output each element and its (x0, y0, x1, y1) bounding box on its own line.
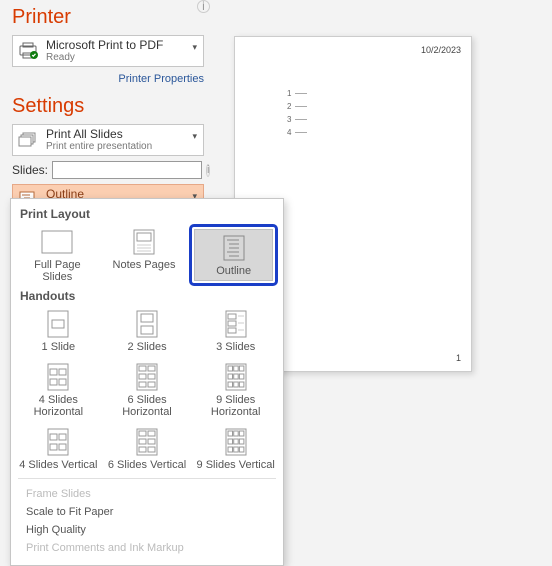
slides-input[interactable] (52, 161, 202, 179)
handout-6v-icon (130, 428, 164, 456)
handout-2-slides[interactable]: 2 Slides (105, 306, 190, 356)
option-frame-slides: Frame Slides (26, 485, 272, 503)
full-page-slide-icon (40, 228, 74, 256)
preview-date: 10/2/2023 (421, 45, 461, 55)
printer-icon (18, 40, 40, 62)
handout-9v[interactable]: 9 Slides Vertical (193, 424, 278, 474)
settings-section-title: Settings (12, 95, 204, 118)
handout-4h[interactable]: 4 Slides Horizontal (16, 359, 101, 420)
printer-status: Ready (46, 52, 163, 63)
option-print-comments: Print Comments and Ink Markup (26, 539, 272, 557)
slides-label: Slides: (12, 163, 48, 177)
layout-notes-pages[interactable]: Notes Pages (103, 224, 186, 286)
layout-full-page-slides[interactable]: Full Page Slides (16, 224, 99, 286)
info-icon[interactable]: i (206, 164, 210, 177)
handout-9h-icon (219, 363, 253, 391)
outline-page-icon (217, 234, 251, 262)
handout-4v-icon (41, 428, 75, 456)
handout-4h-icon (41, 363, 75, 391)
print-all-main: Print All Slides (46, 128, 152, 141)
chevron-down-icon: ▾ (192, 131, 197, 142)
print-all-sub: Print entire presentation (46, 141, 152, 152)
stacked-slides-icon (18, 129, 40, 151)
option-high-quality[interactable]: High Quality (26, 521, 272, 539)
layout-dropdown-popup: Print Layout Full Page Slides Notes Page… (10, 198, 284, 566)
chevron-down-icon: ▾ (192, 42, 197, 53)
handout-1-slide[interactable]: 1 Slide (16, 306, 101, 356)
layout-outline[interactable]: Outline (194, 229, 273, 281)
preview-outline-list: 1 2 3 4 (287, 89, 307, 137)
handout-6v[interactable]: 6 Slides Vertical (105, 424, 190, 474)
handout-1-icon (41, 310, 75, 338)
printer-dropdown[interactable]: Microsoft Print to PDF Ready ▾ (12, 35, 204, 67)
handout-6h-icon (130, 363, 164, 391)
notes-pages-icon (127, 228, 161, 256)
handout-9h[interactable]: 9 Slides Horizontal (193, 359, 278, 420)
handout-9v-icon (219, 428, 253, 456)
handouts-label: Handouts (20, 289, 278, 303)
handout-3-icon (219, 310, 253, 338)
preview-page-number: 1 (456, 353, 461, 363)
printer-section-title: Printer i (12, 6, 204, 29)
print-all-slides-dropdown[interactable]: Print All Slides Print entire presentati… (12, 124, 204, 156)
handout-4v[interactable]: 4 Slides Vertical (16, 424, 101, 474)
print-layout-label: Print Layout (20, 207, 278, 221)
printer-properties-link[interactable]: Printer Properties (118, 73, 204, 85)
info-icon[interactable]: i (197, 0, 210, 13)
option-scale-to-fit[interactable]: Scale to Fit Paper (26, 503, 272, 521)
handout-2-icon (130, 310, 164, 338)
printer-name: Microsoft Print to PDF (46, 39, 163, 52)
handout-3-slides[interactable]: 3 Slides (193, 306, 278, 356)
handout-6h[interactable]: 6 Slides Horizontal (105, 359, 190, 420)
